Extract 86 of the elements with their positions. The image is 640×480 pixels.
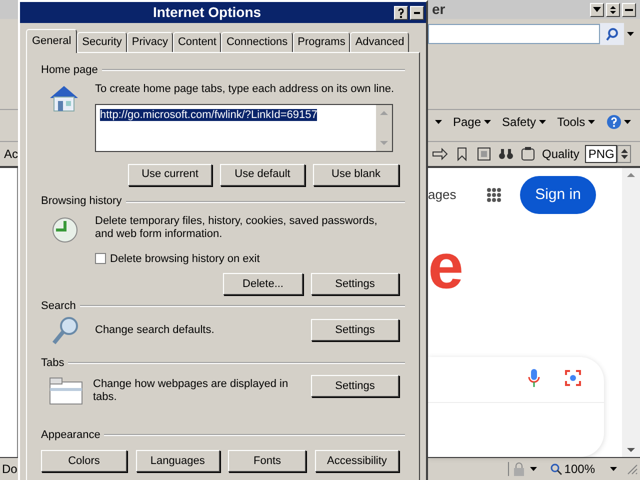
menu-button[interactable]: Tools: [557, 113, 596, 131]
dialog-button[interactable]: Accessibility: [314, 450, 399, 472]
help-button[interactable]: [394, 6, 408, 20]
nav-link[interactable]: ages: [428, 185, 486, 205]
scroll-down-icon: [380, 140, 388, 144]
apps-grid-icon: [486, 187, 502, 204]
checkbox[interactable]: [95, 253, 106, 264]
url-field[interactable]: http://go.microsoft.com/fwlink/?LinkId=69157: [95, 104, 393, 152]
logo-text: e: [428, 234, 465, 304]
selected-url: http://go.microsoft.com/fwlink/?LinkId=69157: [100, 108, 318, 120]
group-heading: Appearance: [41, 428, 100, 443]
dialog-button[interactable]: Delete...: [223, 273, 303, 295]
scroll-up-icon: [380, 110, 388, 114]
description-text: Change search defaults.: [95, 322, 216, 338]
instruction-text: To create home page tabs, type each address on its own line.: [95, 82, 394, 97]
tab[interactable]: Connections: [221, 32, 293, 52]
camera-lens-icon: [564, 368, 582, 387]
toolbar-label: Ac: [3, 146, 18, 163]
minimize-button[interactable]: [622, 2, 636, 16]
menu-button[interactable]: Page: [453, 113, 492, 131]
minimize-icon: [625, 8, 633, 10]
scroll-down-button[interactable]: [590, 2, 604, 16]
window-title: er: [432, 0, 446, 19]
dialog-button[interactable]: Settings: [311, 319, 399, 341]
tab[interactable]: Advanced: [350, 32, 410, 52]
up-down-icon: [620, 147, 629, 161]
tab[interactable]: Privacy: [126, 32, 173, 52]
caret-icon: [529, 465, 538, 473]
scroll-down-icon: [627, 447, 635, 453]
group-heading: Browsing history: [41, 194, 122, 210]
caret-icon: [483, 118, 492, 126]
spinner-button[interactable]: [617, 145, 632, 163]
help-icon: [606, 114, 622, 130]
restore-button[interactable]: [606, 2, 620, 16]
search-icon: [605, 27, 619, 41]
tab[interactable]: General: [26, 29, 78, 53]
scroll-up-icon: [627, 172, 635, 178]
sign-in-button[interactable]: Sign in: [520, 176, 596, 214]
help-icon: [396, 8, 406, 18]
arrow-right-icon: [432, 146, 448, 162]
picture-frame-icon: [476, 146, 492, 162]
caret-icon: [538, 118, 548, 126]
tab[interactable]: Programs: [292, 32, 350, 52]
dialog-button[interactable]: Colors: [41, 450, 127, 472]
magnifier-icon: [550, 463, 562, 475]
binoculars-icon: [498, 146, 514, 162]
magnifier-icon: [51, 314, 81, 346]
dialog-button[interactable]: Use current: [128, 164, 212, 186]
tab[interactable]: Content: [172, 32, 222, 52]
caret-icon: [623, 118, 632, 126]
status-text: Do: [1, 461, 18, 478]
menu-button[interactable]: Safety: [502, 113, 548, 131]
clipboard-icon: [520, 146, 536, 162]
dialog-title: Internet Options: [152, 3, 262, 22]
zoom-button[interactable]: 100%: [550, 460, 618, 478]
search-button[interactable]: [600, 23, 624, 45]
scrollbar[interactable]: [622, 168, 640, 457]
microphone-icon: [528, 368, 540, 387]
resize-grip-icon: [626, 463, 638, 475]
group-heading: Home page: [41, 62, 98, 78]
description-text: Change how webpages are displayed in tabs.: [93, 378, 290, 404]
caret-icon: [626, 30, 634, 38]
caret-icon: [434, 118, 443, 126]
dialog-button[interactable]: Languages: [136, 450, 220, 472]
group-heading: Search: [41, 298, 76, 314]
description-text: Delete temporary files, history, cookies, saved passwords, and web form information.: [95, 214, 378, 240]
checkbox-label[interactable]: Delete browsing history on exit: [110, 250, 260, 267]
minimize-button[interactable]: [410, 6, 424, 20]
scroll-down-icon: [593, 7, 601, 12]
quality-label: Quality: [542, 146, 580, 163]
dialog-button[interactable]: Settings: [311, 273, 399, 295]
lock-icon: [513, 462, 526, 476]
tab[interactable]: Security: [77, 32, 127, 52]
tabbed-window-icon: [49, 376, 83, 406]
dialog-button[interactable]: Use blank: [313, 164, 399, 186]
caret-icon: [587, 118, 596, 126]
caret-icon: [609, 465, 618, 473]
scrollbar[interactable]: [376, 104, 392, 150]
address-field[interactable]: [428, 24, 600, 44]
group-heading: Tabs: [41, 356, 64, 371]
dialog-button[interactable]: Settings: [311, 375, 399, 397]
dialog-button[interactable]: Fonts: [228, 450, 306, 472]
dialog-button[interactable]: Use default: [220, 164, 305, 186]
help-button[interactable]: [606, 114, 632, 130]
restore-icon: [610, 6, 616, 14]
quality-field[interactable]: PNG: [585, 145, 618, 163]
